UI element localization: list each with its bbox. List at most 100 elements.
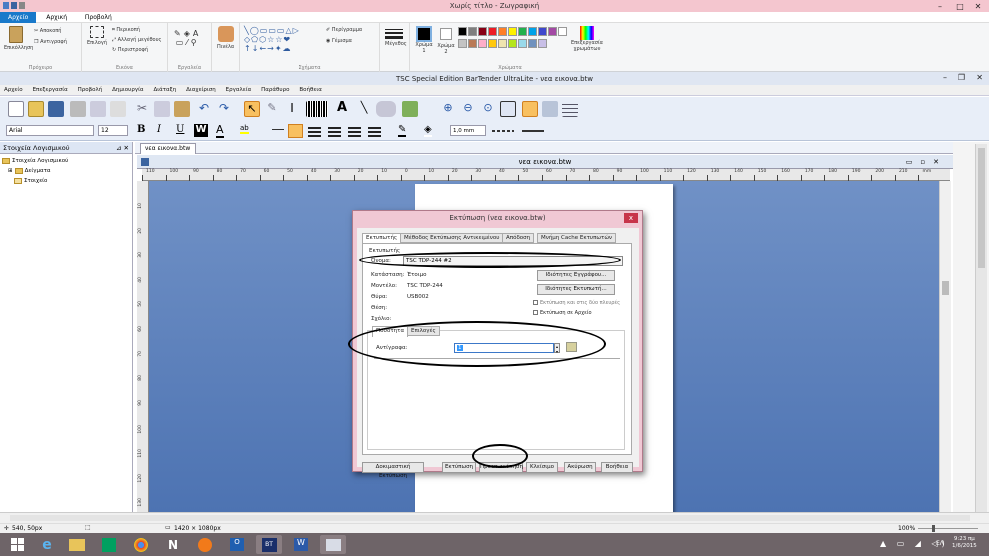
- zoom-out-icon[interactable]: ⊖: [460, 101, 476, 117]
- cut-tool-icon[interactable]: ✂: [134, 101, 150, 117]
- new-icon[interactable]: [8, 101, 24, 117]
- align-center-icon[interactable]: [308, 125, 321, 137]
- magnifier-icon[interactable]: ⚲: [191, 38, 200, 47]
- zoom-in-icon[interactable]: ⊕: [440, 101, 456, 117]
- justify-icon[interactable]: [348, 125, 361, 137]
- text-object-icon[interactable]: A: [334, 100, 350, 116]
- nero-icon[interactable]: N: [160, 535, 186, 554]
- outer-scrollbar[interactable]: [975, 144, 987, 512]
- bartender-icon[interactable]: BT: [261, 537, 277, 552]
- document-properties-button[interactable]: Ιδιότητες Εγγράφου...: [537, 270, 615, 281]
- palette-swatch[interactable]: [488, 27, 497, 36]
- close-dialog-button[interactable]: Κλείσιμο: [526, 462, 558, 473]
- menu-arrange[interactable]: Διάταξη: [149, 85, 180, 96]
- redo-tool-icon[interactable]: ↷: [216, 101, 232, 117]
- picture-tool-icon[interactable]: [402, 101, 418, 117]
- rotate-button[interactable]: ↻ Περιστροφή: [112, 47, 148, 53]
- grid-icon[interactable]: [522, 101, 538, 117]
- pointer-tool-icon[interactable]: ↖: [244, 101, 260, 117]
- document-window-controls[interactable]: ▭▫✕: [906, 155, 947, 169]
- test-print-button[interactable]: Δοκιμαστική Εκτύπωση: [362, 462, 424, 479]
- crop-button[interactable]: ⌗ Περικοπή: [112, 27, 140, 33]
- save-icon[interactable]: [11, 2, 17, 9]
- text-icon[interactable]: A: [193, 29, 201, 38]
- print-icon[interactable]: [70, 101, 86, 117]
- brushes-button[interactable]: Πινέλα: [217, 26, 234, 50]
- zoom-fit-icon[interactable]: ⊙: [480, 101, 496, 117]
- outer-scroll-thumb[interactable]: [978, 148, 985, 268]
- palette-swatch[interactable]: [538, 38, 547, 48]
- menu-view[interactable]: Προβολή: [74, 85, 107, 96]
- tab-home[interactable]: Αρχική: [38, 12, 75, 23]
- size-button[interactable]: Μέγεθος: [385, 27, 407, 47]
- palette-swatch[interactable]: [488, 38, 497, 48]
- bt-close-button[interactable]: ✕: [976, 73, 983, 82]
- minimize-button[interactable]: –: [931, 0, 949, 12]
- fill-icon[interactable]: ◈: [184, 29, 193, 38]
- pin-icon[interactable]: ⊿ ✕: [116, 142, 129, 153]
- text-cursor-icon[interactable]: I: [284, 101, 300, 117]
- reverse-text-icon[interactable]: W: [194, 124, 208, 137]
- fill-color-icon[interactable]: ◈: [424, 124, 432, 137]
- barcode-icon[interactable]: [306, 101, 328, 117]
- language-indicator[interactable]: ΕΛ: [936, 540, 944, 547]
- shapes-gallery[interactable]: ╲◯▭▭▭△▷ ◇⬠⬡☆☆❤ ↑↓←→✦☁: [244, 26, 300, 53]
- checkbox-icon[interactable]: [533, 310, 538, 315]
- palette-swatch[interactable]: [528, 27, 537, 36]
- italic-button[interactable]: I: [157, 124, 161, 135]
- store-icon[interactable]: [102, 537, 116, 552]
- line-width-select[interactable]: 1,0 mm: [450, 125, 486, 136]
- print-both-sides-option[interactable]: Εκτύπωση και στις δύο πλευρές: [533, 300, 620, 306]
- align-right-icon[interactable]: [328, 125, 341, 137]
- color-palette[interactable]: [458, 27, 568, 49]
- menu-help[interactable]: Βοήθεια: [295, 85, 325, 96]
- zoom-slider[interactable]: [918, 525, 978, 532]
- horizontal-scrollbar[interactable]: [10, 515, 970, 521]
- printer-properties-button[interactable]: Ιδιότητες Εκτυπωτή...: [537, 284, 615, 295]
- maximize-button[interactable]: □: [951, 0, 969, 12]
- shape-tool-icon[interactable]: [376, 101, 396, 117]
- dialog-close-button[interactable]: x: [624, 213, 638, 223]
- palette-swatch[interactable]: [508, 27, 517, 36]
- tree-node-samples[interactable]: ⊞ Δείγματα: [2, 166, 130, 176]
- paste-tool-icon[interactable]: [174, 101, 190, 117]
- print-preview-icon[interactable]: [90, 101, 106, 117]
- palette-swatch[interactable]: [518, 27, 527, 36]
- align-left-icon[interactable]: [288, 124, 303, 138]
- menu-window[interactable]: Παράθυρο: [257, 85, 293, 96]
- cancel-button[interactable]: Ακύρωση: [564, 462, 596, 473]
- ie-icon[interactable]: e: [34, 535, 60, 554]
- bt-minimize-button[interactable]: –: [943, 73, 947, 82]
- tab-print-method[interactable]: Μέθοδος Εκτύπωσης Αντικειμένου: [400, 233, 504, 243]
- palette-swatch[interactable]: [528, 38, 537, 48]
- explorer-icon[interactable]: [69, 538, 85, 551]
- undo-tool-icon[interactable]: ↶: [196, 101, 212, 117]
- scroll-thumb[interactable]: [942, 281, 949, 295]
- palette-swatch[interactable]: [468, 38, 477, 48]
- zoom-page-icon[interactable]: [500, 101, 516, 117]
- paste-button[interactable]: Επικόλληση: [4, 26, 33, 51]
- pencil-icon[interactable]: ✎: [174, 29, 184, 38]
- document-tab[interactable]: νεα εικονα.btw: [140, 143, 196, 154]
- tree-node-root[interactable]: Στοιχεία Λογισμικού: [2, 156, 130, 166]
- database-icon[interactable]: [542, 101, 558, 117]
- palette-swatch[interactable]: [478, 38, 487, 48]
- copy-button[interactable]: ❐ Αντιγραφή: [34, 39, 67, 45]
- menu-create[interactable]: Δημιουργία: [108, 85, 147, 96]
- palette-swatch[interactable]: [538, 27, 547, 36]
- fill-button[interactable]: ◉ Γέμισμα: [326, 38, 352, 44]
- bt-restore-button[interactable]: ❐: [958, 73, 965, 82]
- close-button[interactable]: ✕: [969, 0, 987, 12]
- select-button[interactable]: Επιλογή: [86, 26, 108, 46]
- zoom-slider-thumb[interactable]: [932, 525, 935, 532]
- lines-icon[interactable]: [562, 101, 578, 117]
- menu-tools[interactable]: Εργαλεία: [222, 85, 256, 96]
- palette-swatch[interactable]: [548, 27, 557, 36]
- tab-performance[interactable]: Απόδοση: [502, 233, 535, 243]
- palette-swatch[interactable]: [458, 38, 467, 48]
- outline-button[interactable]: ✐ Περίγραμμα: [326, 27, 362, 33]
- font-name-select[interactable]: Arial: [6, 125, 94, 136]
- menu-edit[interactable]: Επεξεργασία: [29, 85, 72, 96]
- expand-icon[interactable]: ⊞: [8, 166, 13, 176]
- tab-printer-cache[interactable]: Μνήμη Cache Εκτυπωτών: [537, 233, 617, 243]
